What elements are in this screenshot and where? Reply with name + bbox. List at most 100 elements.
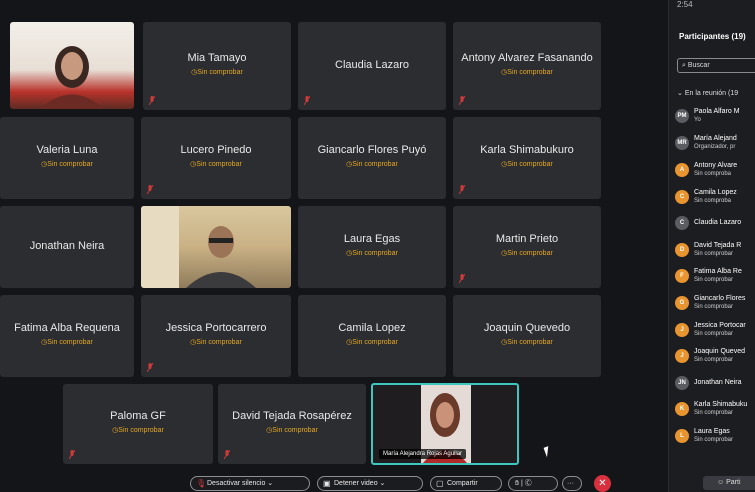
participant-tile[interactable]: Martin Prieto Sin comprobar	[453, 206, 601, 288]
participant-tile[interactable]: Karla Shimabukuro Sin comprobar	[453, 117, 601, 199]
unmute-button[interactable]: 🎙︎ Desactivar silencio ⌄	[190, 476, 310, 491]
participant-list-status: Sin comprobar	[694, 437, 734, 443]
participant-tile[interactable]: Paloma GF Sin comprobar	[63, 384, 213, 464]
status-unverified: Sin comprobar	[298, 249, 446, 257]
mic-muted-icon	[69, 450, 75, 459]
share-screen-icon: ▢	[436, 479, 444, 488]
self-view-video[interactable]: María Alejandra Rojas Aguilar	[371, 383, 519, 465]
avatar: MR	[675, 136, 689, 150]
participant-list-name: Karla Shimabuku	[694, 401, 748, 408]
participant-tile[interactable]: Laura Egas Sin comprobar	[298, 206, 446, 288]
status-unverified: Sin comprobar	[453, 249, 601, 257]
avatar: L	[675, 429, 689, 443]
participant-list-item[interactable]: J Jessica Portocar Sin comprobar	[675, 320, 755, 340]
participant-list-name: Camila Lopez	[694, 189, 737, 196]
mic-muted-icon	[459, 96, 465, 105]
participant-tile[interactable]: Antony Alvarez Fasanando Sin comprobar	[453, 22, 601, 110]
mic-muted-icon	[149, 96, 155, 105]
participant-list-status: Sin comprobar	[694, 357, 734, 363]
avatar: D	[675, 243, 689, 257]
participant-tile[interactable]: Claudia Lazaro	[298, 22, 446, 110]
avatar: J	[675, 323, 689, 337]
participant-list-item[interactable]: PM Paola Alfaro M Yo	[675, 106, 755, 126]
participant-list-status: Sin comproba	[694, 171, 732, 177]
participant-name: Antony Alvarez Fasanando	[461, 52, 593, 64]
unmute-label: Desactivar silencio	[207, 480, 266, 487]
participant-name: Joaquin Quevedo	[483, 322, 571, 334]
participant-list-item[interactable]: A Antony Alvare Sin comproba	[675, 160, 755, 180]
participant-list-status: Sin comprobar	[694, 304, 734, 310]
stop-video-button[interactable]: ▣ Detener video ⌄	[317, 476, 423, 491]
participant-video[interactable]	[10, 22, 134, 109]
participant-list-item[interactable]: K Karla Shimabuku Sin comprobar	[675, 399, 755, 419]
participant-tile[interactable]: Joaquin Quevedo Sin comprobar	[453, 295, 601, 377]
more-button[interactable]: ···	[562, 476, 582, 491]
status-unverified: Sin comprobar	[0, 160, 134, 168]
participant-list-item[interactable]: JN Jonathan Neira	[675, 373, 755, 393]
status-unverified: Sin comprobar	[0, 338, 134, 346]
participant-name: Valeria Luna	[36, 144, 98, 156]
in-meeting-section[interactable]: ⌄ En la reunión (19	[677, 89, 738, 97]
participant-search-input[interactable]: ⌕ Buscar	[677, 58, 755, 73]
participant-list-item[interactable]: L Laura Egas Sin comprobar	[675, 426, 755, 446]
section-label: En la reunión (19	[684, 90, 739, 97]
hand-icon: ✋︎	[515, 480, 519, 487]
avatar: J	[675, 349, 689, 363]
participant-list-status: Sin comprobar	[694, 410, 734, 416]
participant-name: Martin Prieto	[495, 233, 559, 245]
participant-video[interactable]	[141, 206, 291, 288]
participant-name: Jessica Portocarrero	[165, 322, 267, 334]
participant-list-item[interactable]: C Camila Lopez Sin comproba	[675, 187, 755, 207]
participant-list-item[interactable]: F Fatima Alba Re Sin comprobar	[675, 266, 755, 286]
participant-list-item[interactable]: D David Tejada R Sin comprobar	[675, 240, 755, 260]
status-unverified: Sin comprobar	[453, 338, 601, 346]
share-label: Compartir	[447, 480, 478, 487]
avatar: K	[675, 402, 689, 416]
participant-list-name: Antony Alvare	[694, 162, 738, 169]
participant-list-name: David Tejada R	[694, 242, 742, 249]
close-icon: ✕	[598, 478, 607, 489]
participant-tile[interactable]: Jessica Portocarrero Sin comprobar	[141, 295, 291, 377]
participant-list-item[interactable]: G Giancarlo Flores Sin comprobar	[675, 293, 755, 313]
mouse-cursor-icon	[543, 444, 556, 458]
more-label: ···	[567, 480, 574, 487]
avatar: C	[675, 190, 689, 204]
participant-tile[interactable]: Camila Lopez Sin comprobar	[298, 295, 446, 377]
participant-name: Paloma GF	[110, 410, 166, 422]
participant-tile[interactable]: Giancarlo Flores Puyó Sin comprobar	[298, 117, 446, 199]
share-button[interactable]: ▢ Compartir	[430, 476, 502, 491]
participant-tile[interactable]: Jonathan Neira	[0, 206, 134, 288]
participant-list-item[interactable]: J Joaquin Queved Sin comprobar	[675, 346, 755, 366]
participants-button-label: Parti	[726, 479, 741, 486]
participant-list-item[interactable]: C Claudia Lazaro	[675, 213, 755, 233]
person-silhouette	[40, 46, 104, 109]
participant-list-name: Claudia Lazaro	[694, 219, 742, 226]
mic-muted-icon	[147, 185, 153, 194]
participant-tile[interactable]: Fatima Alba Requena Sin comprobar	[0, 295, 134, 377]
participant-tile[interactable]: Valeria Luna Sin comprobar	[0, 117, 134, 199]
end-call-button[interactable]: ✕	[594, 475, 611, 492]
participant-list-name: Fatima Alba Re	[694, 268, 742, 275]
participant-list-name: Joaquin Queved	[694, 348, 745, 355]
avatar: F	[675, 269, 689, 283]
participant-name: Jonathan Neira	[29, 240, 105, 252]
status-unverified: Sin comprobar	[453, 160, 601, 168]
avatar: C	[675, 216, 689, 230]
status-unverified: Sin comprobar	[218, 426, 366, 434]
participant-name: Mia Tamayo	[187, 52, 247, 64]
panel-topbar: 2:54	[677, 0, 693, 9]
participants-button[interactable]: ☺ Parti	[703, 476, 755, 490]
participant-list-name: Laura Egas	[694, 428, 730, 435]
status-unverified: Sin comprobar	[298, 338, 446, 346]
participant-list-name: Jonathan Neira	[694, 379, 742, 386]
reactions-button[interactable]: ✋︎ | Ⓒ	[508, 476, 558, 491]
participant-tile[interactable]: David Tejada Rosapérez Sin comprobar	[218, 384, 366, 464]
participant-tile[interactable]: Mia Tamayo Sin comprobar	[143, 22, 291, 110]
avatar: PM	[675, 109, 689, 123]
status-unverified: Sin comprobar	[298, 160, 446, 168]
participant-list-name: Giancarlo Flores	[694, 295, 746, 302]
search-icon: ⌕	[682, 62, 686, 69]
participant-tile[interactable]: Lucero Pinedo Sin comprobar	[141, 117, 291, 199]
participant-list-item[interactable]: MR María Alejand Organizador, pr	[675, 133, 755, 153]
camera-icon: ▣	[323, 479, 331, 488]
